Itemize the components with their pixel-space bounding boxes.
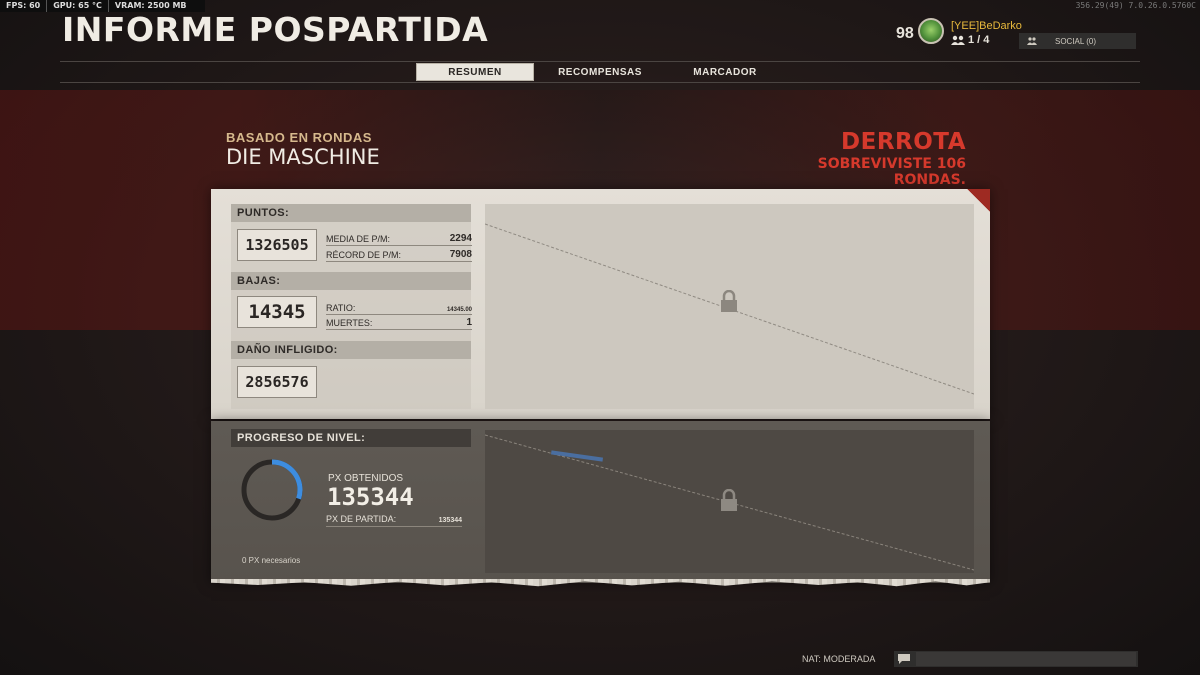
- puntos-header: PUNTOS:: [231, 204, 471, 222]
- stat-value: 14345.00: [446, 307, 472, 313]
- chat-icon: [898, 654, 910, 664]
- xp-earned-value: 135344: [327, 483, 414, 511]
- lock-icon: [721, 489, 737, 511]
- player-level: 98: [896, 25, 914, 42]
- stat-label: MUERTES:: [326, 318, 373, 328]
- stat-value: 7908: [449, 249, 472, 260]
- xp-needed: 0 PX necesarios: [242, 556, 301, 565]
- friends-icon: [1027, 37, 1037, 45]
- bajas-value: 14345: [237, 296, 317, 328]
- tab-resumen[interactable]: RESUMEN: [416, 63, 534, 81]
- torn-edge: [211, 579, 990, 587]
- social-label: SOCIAL (0): [1055, 36, 1097, 46]
- game-mode: BASADO EN RONDAS: [226, 130, 372, 145]
- map-name: DIE MASCHINE: [226, 145, 380, 169]
- rounds-survived: SOBREVIVISTE 106 RONDAS.: [817, 156, 966, 188]
- level-progress-ring: [240, 458, 304, 522]
- stat-row-ratio: RATIO: 14345.00: [326, 300, 472, 315]
- match-result: DERROTA SOBREVIVISTE 106 RONDAS.: [781, 128, 966, 188]
- stat-label: MEDIA DE P/M:: [326, 234, 391, 244]
- stat-row-media: MEDIA DE P/M: 2294: [326, 231, 472, 246]
- social-button[interactable]: SOCIAL (0): [1019, 33, 1136, 49]
- dano-header: DAÑO INFLIGIDO:: [231, 341, 471, 359]
- stat-label: RATIO:: [326, 303, 356, 313]
- party-icon: [951, 35, 965, 45]
- fps-counter: FPS: 60: [0, 0, 48, 12]
- stat-value: 2294: [449, 233, 472, 244]
- match-xp-value: 135344: [438, 517, 462, 524]
- stat-row-record: RÉCORD DE P/M: 7908: [326, 247, 472, 262]
- chat-box[interactable]: [894, 651, 1138, 667]
- party-size[interactable]: 1 / 4: [951, 34, 989, 46]
- dano-value: 2856576: [237, 366, 317, 398]
- page-title: INFORME POSPARTIDA: [62, 10, 489, 49]
- match-xp-label: PX DE PARTIDA:: [326, 514, 397, 524]
- stat-row-muertes: MUERTES: 1: [326, 315, 472, 330]
- lock-icon: [721, 290, 737, 312]
- stat-value: 1: [466, 317, 472, 328]
- party-count: 1 / 4: [968, 34, 990, 46]
- chat-input[interactable]: [916, 652, 1136, 666]
- build-version: 356.29(49) 7.0.26.0.5760C: [1075, 1, 1196, 10]
- stat-label: RÉCORD DE P/M:: [326, 250, 402, 260]
- puntos-value: 1326505: [237, 229, 317, 261]
- player-emblem-icon: [918, 18, 944, 44]
- match-xp-row: PX DE PARTIDA: 135344: [326, 512, 462, 527]
- tab-marcador[interactable]: MARCADOR: [670, 63, 780, 81]
- player-name[interactable]: [YEE]BeDarko: [951, 20, 1022, 32]
- bajas-header: BAJAS:: [231, 272, 471, 290]
- nat-type: NAT: MODERADA: [802, 654, 876, 664]
- progress-header: PROGRESO DE NIVEL:: [231, 429, 471, 447]
- tab-recompensas[interactable]: RECOMPENSAS: [545, 63, 655, 81]
- result-title: DERROTA: [841, 129, 966, 155]
